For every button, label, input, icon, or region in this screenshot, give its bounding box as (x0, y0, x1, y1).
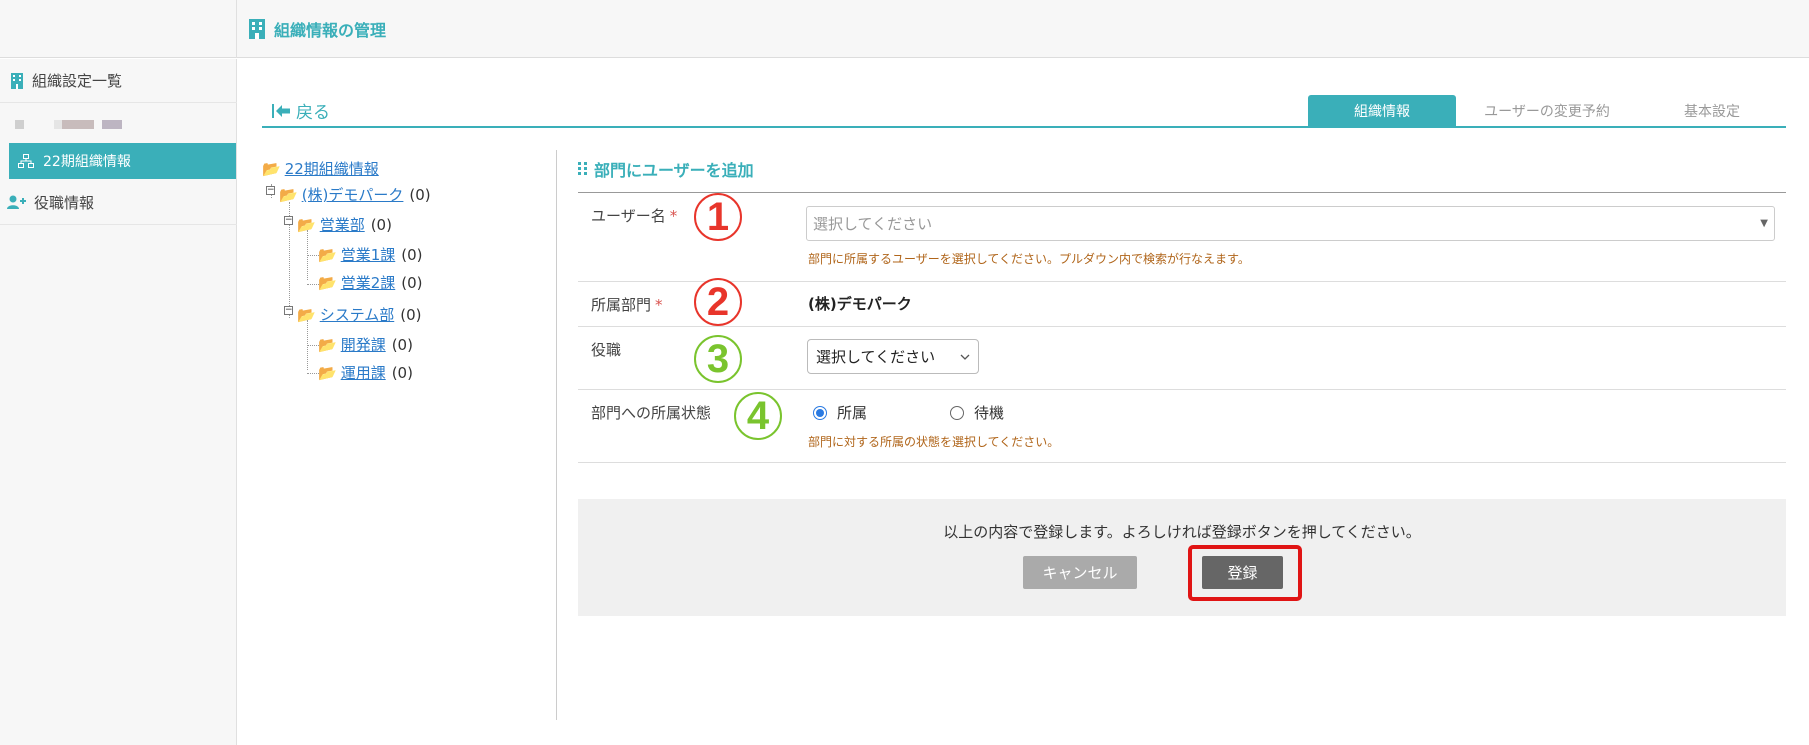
marker-4: 4 (734, 392, 782, 440)
tree-node[interactable]: 📂 開発課 (0) (318, 334, 413, 355)
back-link[interactable]: 戻る (272, 98, 330, 123)
app-header: 組織情報の管理 (0, 0, 1809, 58)
tree-node[interactable]: 📂 システム部 (0) (297, 304, 422, 325)
back-arrow-icon (272, 103, 290, 118)
collapse-toggle[interactable]: − (284, 216, 293, 225)
header-divider (236, 0, 237, 58)
row-divider (578, 389, 1786, 390)
required-mark: * (655, 296, 663, 314)
required-mark: * (669, 207, 678, 225)
dropdown-arrow-icon: ▼ (1760, 218, 1768, 229)
tab-basic-settings[interactable]: 基本設定 (1638, 95, 1786, 127)
sidebar-item-label: 22期組織情報 (43, 154, 131, 170)
tree-node-count: (0) (401, 245, 423, 264)
grip-icon (578, 162, 587, 175)
submit-button[interactable]: 登録 (1202, 556, 1283, 589)
tree-node-link[interactable]: 営業部 (320, 214, 365, 235)
radio-label: 所属 (837, 404, 868, 422)
confirm-message: 以上の内容で登録します。よろしければ登録ボタンを押してください。 (943, 523, 1421, 541)
tree-node-link[interactable]: システム部 (320, 304, 395, 325)
sidebar: 組織設定一覧 22期組織情報 役職情報 (0, 59, 237, 745)
folder-open-icon: 📂 (279, 185, 298, 204)
folder-open-icon: 📂 (318, 363, 337, 382)
sidebar-item-label: 組織設定一覧 (32, 72, 123, 90)
tab-underline (262, 126, 1786, 128)
tree-node-link[interactable]: (株)デモパーク (302, 184, 404, 205)
folder-open-icon: 📂 (262, 159, 281, 178)
folder-open-icon: 📂 (318, 245, 337, 264)
tree-node-link[interactable]: 営業2課 (341, 272, 396, 293)
user-select[interactable]: 選択してください ▼ (806, 206, 1775, 241)
tree-node-link[interactable]: 22期組織情報 (285, 158, 379, 179)
tree-node-count: (0) (370, 215, 392, 234)
radio-button[interactable] (950, 405, 964, 420)
sidebar-item-22-org-info[interactable]: 22期組織情報 (9, 143, 236, 179)
section-title: 部門にユーザーを追加 (578, 157, 754, 181)
back-label: 戻る (296, 103, 330, 123)
chevron-down-icon (960, 354, 970, 360)
tree-node[interactable]: 📂 営業1課 (0) (318, 244, 422, 265)
user-name-label: ユーザー名 * (591, 207, 678, 225)
radio-label: 待機 (974, 404, 1005, 422)
section-title-text: 部門にユーザーを追加 (594, 161, 754, 180)
confirm-panel: 以上の内容で登録します。よろしければ登録ボタンを押してください。 (578, 499, 1786, 616)
row-divider (578, 326, 1786, 327)
role-label: 役職 (591, 341, 622, 359)
row-divider (578, 281, 1786, 282)
tree-node-count: (0) (401, 273, 423, 292)
sidebar-item-label: 役職情報 (34, 194, 95, 212)
tree-node-link[interactable]: 営業1課 (341, 244, 396, 265)
folder-open-icon: 📂 (297, 305, 316, 324)
user-help-text: 部門に所属するユーザーを選択してください。プルダウン内で検索が行なえます。 (808, 252, 1250, 266)
marker-2: 2 (694, 278, 742, 326)
status-radio-belong[interactable]: 所属 (813, 402, 867, 423)
tab-org-info[interactable]: 組織情報 (1308, 95, 1456, 127)
sitemap-icon (18, 154, 34, 168)
building-icon (249, 19, 265, 39)
collapse-toggle[interactable]: − (284, 306, 293, 315)
role-select-value: 選択してください (816, 348, 936, 366)
tree-node[interactable]: 📂 運用課 (0) (318, 362, 413, 383)
department-label: 所属部門 * (591, 296, 663, 314)
tree-node[interactable]: 📂 営業部 (0) (297, 214, 392, 235)
tree-node-count: (0) (409, 185, 431, 204)
tree-node[interactable]: 📂 (株)デモパーク (0) (279, 184, 431, 205)
status-label: 部門への所属状態 (591, 404, 712, 422)
marker-1: 1 (694, 193, 742, 241)
tree-node[interactable]: 📂 営業2課 (0) (318, 272, 422, 293)
user-plus-icon (7, 195, 26, 209)
user-select-placeholder: 選択してください (813, 215, 933, 233)
collapse-toggle[interactable]: − (266, 186, 275, 195)
sidebar-item-role-info[interactable]: 役職情報 (0, 181, 237, 225)
cancel-button[interactable]: キャンセル (1023, 556, 1137, 589)
radio-button-checked[interactable] (813, 405, 827, 420)
page-title: 組織情報の管理 (274, 21, 387, 40)
folder-open-icon: 📂 (318, 335, 337, 354)
tree-node-link[interactable]: 運用課 (341, 362, 386, 383)
status-help-text: 部門に対する所属の状態を選択してください。 (808, 435, 1060, 449)
folder-open-icon: 📂 (318, 273, 337, 292)
tree-node-count: (0) (391, 335, 413, 354)
sidebar-blurred-item (0, 103, 237, 143)
tab-user-change-reservation[interactable]: ユーザーの変更予約 (1473, 95, 1621, 127)
department-value: (株)デモパーク (808, 295, 912, 313)
role-select[interactable]: 選択してください (807, 339, 979, 374)
tree-node-count: (0) (400, 305, 422, 324)
status-radio-standby[interactable]: 待機 (950, 402, 1004, 423)
page-title-wrap: 組織情報の管理 (248, 0, 386, 58)
section-divider (578, 192, 1786, 193)
tree-node-root[interactable]: 📂 22期組織情報 (262, 158, 379, 179)
marker-3: 3 (694, 335, 742, 383)
building-icon (11, 72, 23, 89)
tree-node-count: (0) (391, 363, 413, 382)
sidebar-item-org-settings[interactable]: 組織設定一覧 (0, 59, 237, 103)
folder-open-icon: 📂 (297, 215, 316, 234)
row-divider (578, 462, 1786, 463)
org-tree: − − − 📂 22期組織情報 📂 (株)デモパーク (0) 📂 営業部 (0)… (262, 150, 557, 720)
tree-node-link[interactable]: 開発課 (341, 334, 386, 355)
